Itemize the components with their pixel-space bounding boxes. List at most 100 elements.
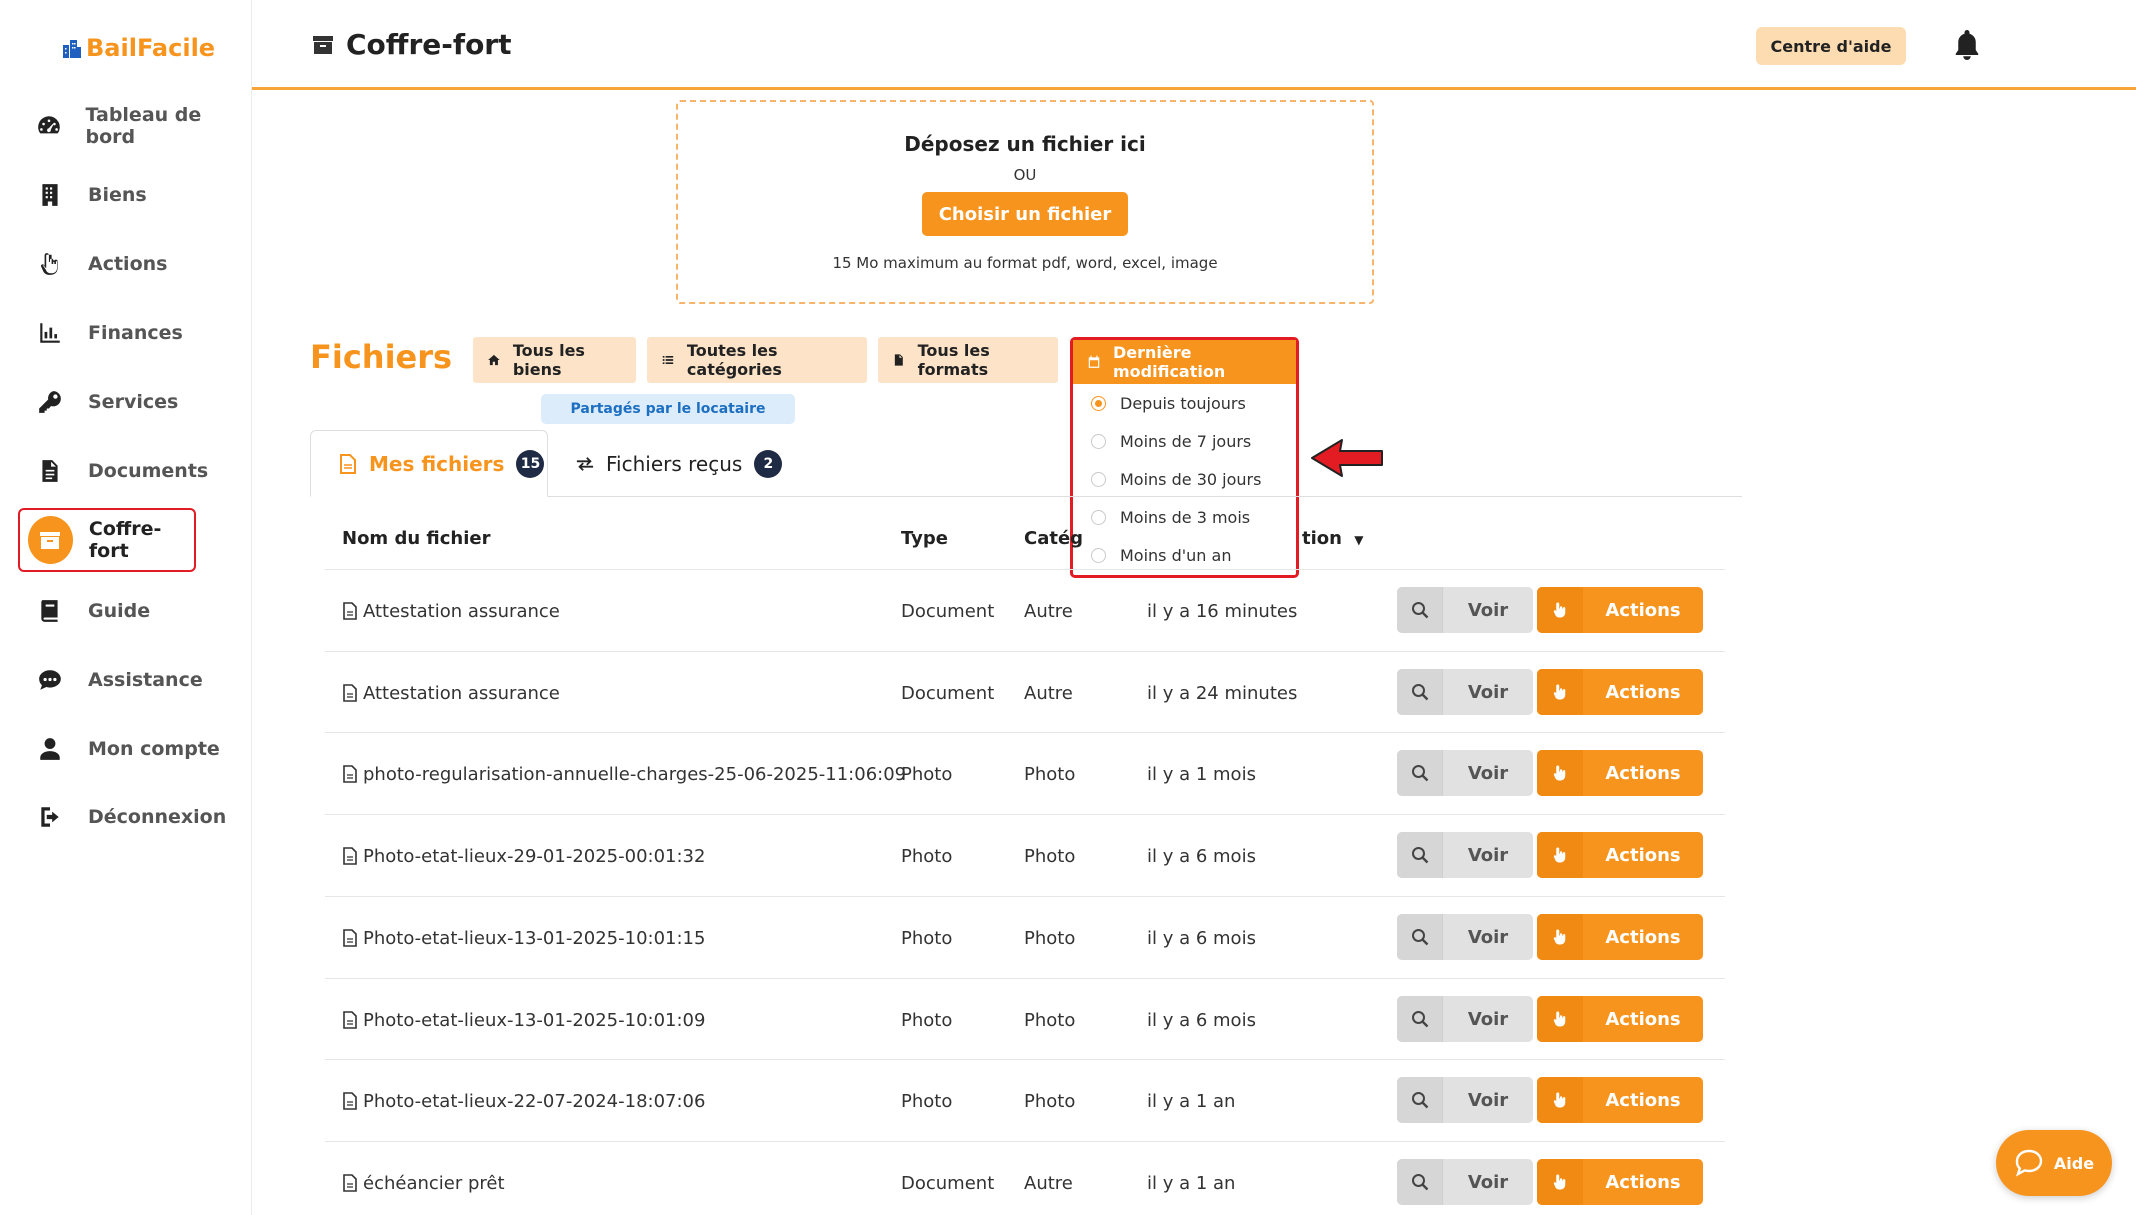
sidebar-item-assistance[interactable]: Assistance [34,656,244,704]
column-header-name[interactable]: Nom du fichier [342,528,491,549]
radio-selected[interactable] [1091,395,1106,411]
file-name-cell: Photo-etat-lieux-13-01-2025-10:01:09 [343,979,705,1061]
sidebar-item-tableau-de-bord[interactable]: Tableau de bord [34,102,244,150]
date-option[interactable]: Moins de 30 jours [1073,460,1296,498]
filter-categories-label: Toutes les catégories [686,341,782,379]
file-icon [343,847,357,865]
file-name: Attestation assurance [363,600,560,622]
column-header-modified[interactable]: tion ▼ [1302,528,1363,549]
building-icon [34,179,66,211]
file-name-cell: photo-regularisation-annuelle-charges-25… [343,733,906,815]
sidebar-item-finances[interactable]: Finances [34,309,244,357]
table-row[interactable]: Attestation assurance Document Autre il y a… [325,569,1725,651]
actions-button-label: Actions [1605,1008,1681,1030]
actions-button[interactable]: Actions [1537,750,1703,796]
sidebar-item-services[interactable]: Services [34,378,244,426]
table-row[interactable]: Photo-etat-lieux-22-07-2024-18:07:06 Phot… [325,1059,1725,1141]
radio[interactable] [1091,509,1106,525]
notification-bell-icon[interactable] [1952,28,1984,62]
shared-by-tenant-badge[interactable]: Partagés par le locataire [541,394,795,424]
sidebar-item-mon-compte[interactable]: Mon compte [34,725,244,773]
actions-button[interactable]: Actions [1537,1159,1703,1205]
view-button[interactable]: Voir [1397,587,1533,633]
sidebar-item-actions[interactable]: Actions [34,240,244,288]
file-name: Photo-etat-lieux-29-01-2025-00:01:32 [363,845,706,867]
actions-button[interactable]: Actions [1537,914,1703,960]
help-center-button[interactable]: Centre d'aide [1756,27,1906,65]
filter-biens-button[interactable]: Tous les biens [473,337,636,383]
file-category: Autre [1024,600,1073,622]
column-header-category[interactable]: Catég [1024,528,1083,549]
book-icon [34,595,66,627]
sidebar-item-label: Biens [88,184,147,206]
filter-formats-button[interactable]: Tous les formats [878,337,1058,383]
sidebar-item-label: Services [88,391,179,413]
file-modified: il y a 6 mois [1147,845,1256,867]
table-row[interactable]: photo-regularisation-annuelle-charges-25… [325,732,1725,814]
file-name: échéancier prêt [363,1172,505,1194]
radio[interactable] [1091,471,1106,487]
view-button[interactable]: Voir [1397,914,1533,960]
hand-pointer-icon [34,248,66,280]
view-button[interactable]: Voir [1397,996,1533,1042]
view-button[interactable]: Voir [1397,1077,1533,1123]
archive-icon [28,516,73,564]
date-option[interactable]: Moins de 7 jours [1073,422,1296,460]
actions-button[interactable]: Actions [1537,587,1703,633]
view-button-label: Voir [1467,1008,1509,1030]
date-option-label: Moins de 3 mois [1120,507,1251,527]
choose-file-button[interactable]: Choisir un fichier [922,192,1128,236]
calendar-icon [1088,355,1100,368]
date-option[interactable]: Depuis toujours [1073,384,1296,422]
sidebar-item-documents[interactable]: Documents [34,447,244,495]
hand-pointer-icon [1537,1159,1583,1205]
dashboard-icon [34,110,63,142]
date-option[interactable]: Moins de 3 mois [1073,498,1296,536]
table-row[interactable]: échéancier prêt Document Autre il y a 1 an V… [325,1141,1725,1215]
tab-count-badge: 15 [516,449,545,478]
tab-mes-fichiers[interactable]: Mes fichiers 15 [310,430,548,497]
view-button[interactable]: Voir [1397,750,1533,796]
view-button-label: Voir [1467,1171,1509,1193]
file-type: Photo [901,1090,953,1112]
sidebar-item-deconnexion[interactable]: Déconnexion [34,793,244,841]
table-row[interactable]: Photo-etat-lieux-29-01-2025-00:01:32 Phot… [325,814,1725,896]
sidebar-item-label: Coffre-fort [88,518,162,562]
table-row[interactable]: Photo-etat-lieux-13-01-2025-10:01:15 Phot… [325,896,1725,978]
file-type: Document [901,1172,995,1194]
file-name: Photo-etat-lieux-13-01-2025-10:01:15 [363,927,706,949]
tab-fichiers-recus[interactable]: Fichiers reçus 2 [576,430,783,497]
file-modified: il y a 1 an [1147,1090,1236,1112]
sidebar-item-label: Mon compte [88,738,220,760]
sidebar-item-biens[interactable]: Biens [34,171,244,219]
actions-button[interactable]: Actions [1537,832,1703,878]
view-button[interactable]: Voir [1397,669,1533,715]
logo-text: BailFacile [86,34,216,62]
table-row[interactable]: Attestation assurance Document Autre il y a… [325,651,1725,733]
search-icon [1397,996,1443,1042]
sidebar-item-guide[interactable]: Guide [34,587,244,635]
view-button[interactable]: Voir [1397,1159,1533,1205]
view-button[interactable]: Voir [1397,832,1533,878]
radio[interactable] [1091,433,1106,449]
actions-button[interactable]: Actions [1537,1077,1703,1123]
help-widget-button[interactable]: Aide [1996,1130,2112,1196]
home-icon [488,354,500,366]
file-dropzone[interactable]: Déposez un fichier ici OU Choisir un fic… [676,100,1374,304]
sidebar-item-label: Finances [88,322,183,344]
actions-button[interactable]: Actions [1537,669,1703,715]
key-icon [34,386,66,418]
sidebar-item-coffre-fort[interactable]: Coffre-fort [18,508,196,572]
logo[interactable]: BailFacile [62,34,215,62]
search-icon [1397,914,1443,960]
search-icon [1397,669,1443,715]
date-filter-button[interactable]: Dernière modification [1073,340,1296,384]
radio[interactable] [1091,547,1106,563]
table-row[interactable]: Photo-etat-lieux-13-01-2025-10:01:09 Phot… [325,978,1725,1060]
file-modified: il y a 6 mois [1147,1009,1256,1031]
sidebar-item-label: Guide [88,600,151,622]
actions-button[interactable]: Actions [1537,996,1703,1042]
filter-categories-button[interactable]: Toutes les catégories [647,337,867,383]
tab-count-badge: 2 [754,449,783,478]
column-header-type[interactable]: Type [901,528,948,549]
